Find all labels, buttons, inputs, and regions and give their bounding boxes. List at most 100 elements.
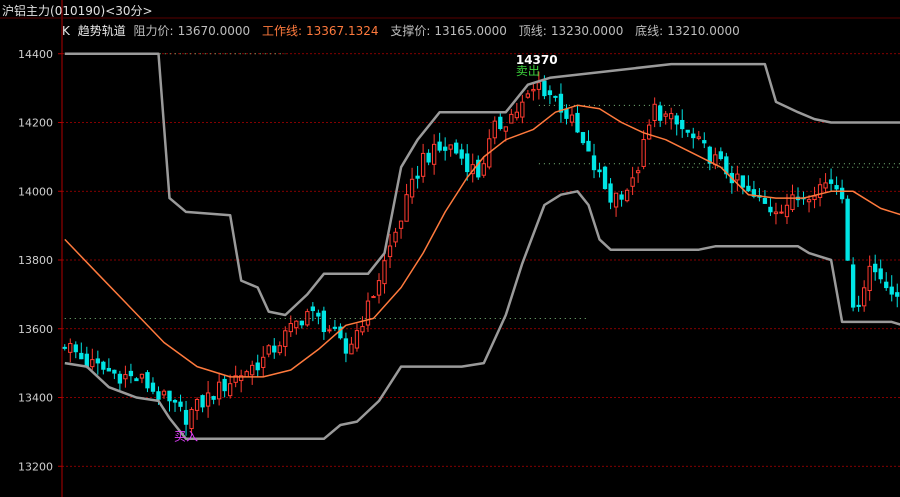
candle-body: [498, 116, 503, 130]
candle-body: [878, 268, 883, 280]
candle-body: [156, 391, 161, 400]
candle-body: [685, 129, 690, 133]
candle-body: [112, 369, 117, 374]
candle-body: [553, 95, 558, 98]
candle-body: [387, 245, 393, 258]
candle-body: [586, 140, 591, 152]
candle-body: [222, 378, 227, 392]
candle-body: [839, 187, 845, 200]
candle-body: [420, 152, 426, 177]
candle-body: [272, 345, 277, 353]
candle-body: [150, 382, 156, 392]
candle-body: [101, 361, 106, 370]
candle-body: [189, 408, 194, 430]
candle-body: [492, 120, 497, 139]
y-tick-label: 13800: [18, 254, 53, 267]
candle-body: [139, 373, 145, 379]
candle-body: [294, 320, 299, 329]
candle-body: [602, 166, 608, 190]
candle-body: [746, 185, 751, 192]
candle-body: [382, 260, 387, 285]
candle-body: [299, 320, 304, 326]
candle-body: [884, 281, 889, 289]
lower-channel-line: [64, 190, 900, 441]
candle-body: [624, 189, 630, 202]
candle-body: [481, 163, 486, 176]
candle-body: [79, 352, 84, 360]
candle-body: [172, 400, 178, 403]
candle-body: [216, 381, 222, 400]
candle-body: [630, 177, 635, 187]
candle-body: [261, 356, 266, 368]
candle-body: [514, 111, 519, 119]
candle-body: [862, 287, 867, 307]
candle-body: [845, 198, 850, 261]
candle-body: [542, 80, 547, 97]
candle-body: [536, 82, 542, 90]
candle-body: [266, 345, 271, 355]
candle-body: [828, 179, 834, 184]
candle-body: [564, 108, 569, 119]
candle-body: [404, 194, 409, 222]
candle-body: [608, 183, 613, 203]
kline-chart[interactable]: 沪铝主力(010190)<30分> K 趋势轨道 阻力价: 13670.0000 …: [0, 0, 900, 497]
candle-body: [503, 126, 508, 132]
candle-body: [735, 173, 740, 181]
candle-body: [867, 265, 872, 292]
high-price-label: 14370: [516, 53, 558, 67]
candle-body: [398, 220, 404, 229]
candle-body: [321, 310, 327, 333]
candle-body: [205, 392, 211, 407]
candle-body: [360, 326, 365, 333]
candle-body: [850, 264, 856, 308]
y-tick-label: 13600: [18, 323, 53, 336]
candle-body: [834, 185, 839, 190]
y-tick-label: 14200: [18, 117, 53, 130]
candle-body: [365, 300, 371, 326]
candle-body: [305, 311, 310, 326]
candle-body: [443, 146, 448, 151]
candle-body: [658, 105, 663, 121]
candle-body: [740, 175, 746, 188]
candle-body: [790, 194, 795, 211]
work-line: [64, 104, 900, 378]
candle-body: [773, 211, 779, 215]
candle-body: [343, 338, 349, 354]
candle-body: [211, 396, 216, 400]
candle-body: [646, 124, 652, 140]
candle-body: [823, 182, 828, 189]
candle-body: [817, 184, 823, 198]
candle-body: [580, 132, 586, 144]
candle-body: [641, 139, 646, 167]
candle-body: [68, 343, 73, 353]
y-tick-label: 13200: [18, 460, 53, 473]
candle-body: [167, 390, 172, 402]
candle-body: [635, 170, 641, 174]
candle-body: [393, 231, 398, 243]
candle-body: [669, 113, 674, 120]
candle-body: [134, 378, 139, 382]
candle-body: [691, 133, 696, 139]
candle-body: [145, 372, 150, 389]
candle-body: [509, 113, 514, 124]
candle-body: [437, 141, 442, 151]
candle-body: [283, 330, 288, 347]
chart-canvas[interactable]: 13200134001360013800140001420014400买入卖出1…: [0, 0, 900, 497]
candle-body: [95, 358, 100, 364]
candle-body: [680, 119, 685, 130]
candle-body: [889, 286, 894, 295]
candle-body: [84, 353, 89, 368]
candle-body: [128, 370, 134, 377]
candle-body: [117, 373, 123, 384]
candle-body: [426, 152, 431, 163]
candle-body: [90, 359, 95, 368]
candle-body: [873, 263, 878, 273]
candle-body: [123, 374, 128, 380]
candle-body: [310, 306, 316, 312]
candle-body: [332, 326, 338, 329]
y-tick-label: 14000: [18, 185, 53, 198]
candle-body: [73, 344, 78, 353]
candle-body: [415, 175, 420, 179]
candle-body: [619, 194, 624, 200]
candle-body: [613, 192, 619, 208]
